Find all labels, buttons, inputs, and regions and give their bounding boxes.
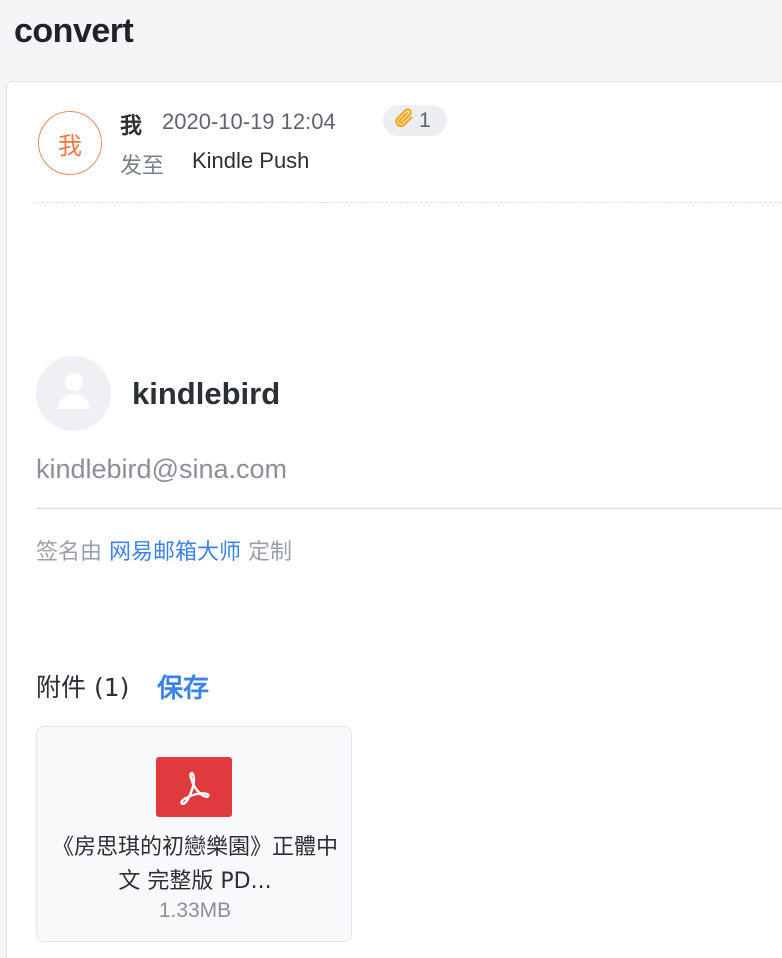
save-attachments-button[interactable]: 保存	[157, 668, 209, 705]
user-silhouette-icon	[56, 371, 92, 416]
sent-time: 2020-10-19 12:04	[162, 109, 336, 134]
attachment-count-badge[interactable]: 1	[383, 105, 447, 136]
paperclip-icon	[393, 107, 415, 134]
signature-email: kindlebird@sina.com	[36, 454, 288, 484]
mail-subject: convert	[14, 12, 134, 50]
pdf-icon	[156, 757, 232, 817]
signature-credit-suffix: 定制	[248, 540, 293, 565]
signature-avatar	[36, 356, 111, 431]
signature-credit-link[interactable]: 网易邮箱大师	[109, 540, 241, 565]
sender-name[interactable]: 我	[120, 108, 142, 140]
signature-credit: 签名由 网易邮箱大师 定制	[36, 534, 292, 566]
signature-divider	[36, 508, 782, 509]
attachment-file-name: 《房思琪的初戀樂園》正體中文 完整版 PD...	[51, 835, 338, 894]
attachment-file-size: 1.33MB	[158, 899, 232, 922]
recipient-label: 发至	[120, 154, 165, 179]
attachments-title: 附件 (1)	[36, 673, 130, 702]
attachment-card[interactable]: 《房思琪的初戀樂園》正體中文 完整版 PD... 1.33MB	[36, 726, 352, 942]
header-divider	[36, 202, 782, 203]
attachment-count: 1	[419, 108, 431, 132]
sender-avatar[interactable]: 我	[38, 111, 102, 175]
signature-credit-prefix: 签名由	[36, 540, 103, 565]
recipient-name[interactable]: Kindle Push	[192, 148, 309, 174]
signature-name: kindlebird	[132, 376, 281, 411]
